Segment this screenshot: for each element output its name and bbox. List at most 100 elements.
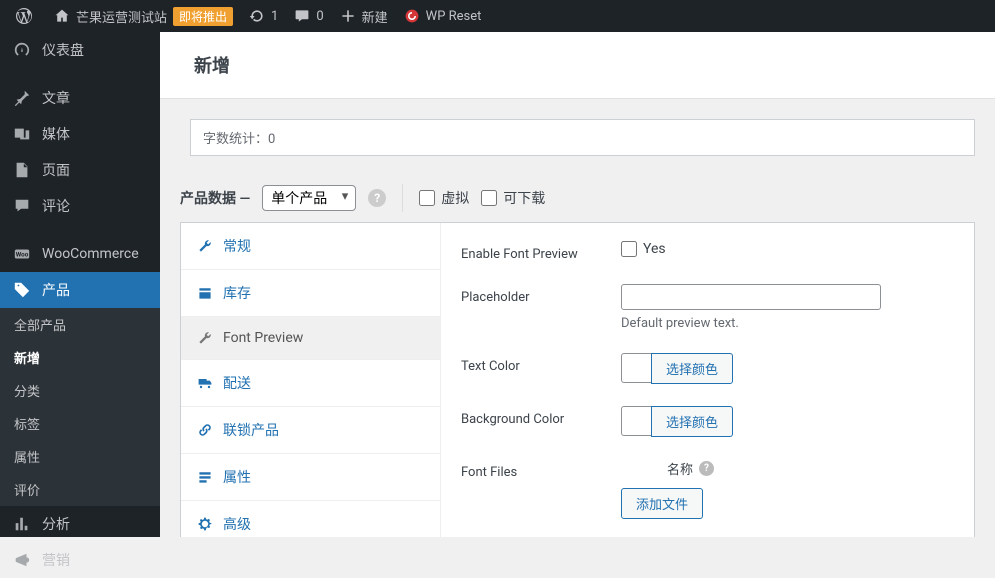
menu-comments-label: 评论 bbox=[42, 196, 70, 216]
font-preview-panel: Enable Font Preview Yes Placeholder Defa… bbox=[441, 223, 974, 537]
menu-pages[interactable]: 页面 bbox=[0, 152, 160, 188]
bg-color-swatch[interactable] bbox=[621, 406, 651, 436]
wp-reset-link[interactable]: WP Reset bbox=[396, 0, 490, 32]
menu-woocommerce[interactable]: WooWooCommerce bbox=[0, 236, 160, 272]
tab-advanced-label: 高级 bbox=[223, 514, 251, 534]
wp-logo[interactable] bbox=[8, 0, 46, 32]
coming-soon-badge: 即将推出 bbox=[173, 7, 233, 26]
tab-advanced[interactable]: 高级 bbox=[181, 501, 440, 537]
svg-text:Woo: Woo bbox=[16, 251, 29, 259]
reset-icon bbox=[404, 8, 420, 24]
wordcount-label: 字数统计： bbox=[203, 132, 268, 147]
content-area: 新增 字数统计：0 产品数据 — 单个产品 ? 虚拟 可下载 常规 库存 Fon… bbox=[160, 32, 995, 537]
enable-font-preview-checkbox[interactable] bbox=[621, 241, 637, 257]
downloadable-checkbox[interactable] bbox=[481, 190, 497, 206]
font-files-name-col: 名称 bbox=[667, 459, 693, 478]
woocommerce-icon: Woo bbox=[12, 244, 32, 264]
menu-marketing[interactable]: 营销 bbox=[0, 542, 160, 578]
downloadable-label: 可下载 bbox=[503, 188, 545, 208]
wrench-icon bbox=[197, 238, 213, 254]
menu-dashboard[interactable]: 仪表盘 bbox=[0, 32, 160, 68]
comments-link[interactable]: 0 bbox=[286, 0, 331, 32]
comment-icon bbox=[294, 8, 310, 24]
site-name: 芒果运营测试站 bbox=[76, 7, 167, 26]
admin-sidebar: 仪表盘 文章 媒体 页面 评论 WooWooCommerce 产品 全部产品 新… bbox=[0, 32, 160, 537]
updates-link[interactable]: 1 bbox=[241, 0, 286, 32]
enable-font-preview-yes: Yes bbox=[643, 241, 666, 257]
tab-linked[interactable]: 联锁产品 bbox=[181, 407, 440, 454]
downloadable-checkbox-wrap[interactable]: 可下载 bbox=[481, 188, 545, 208]
help-icon[interactable]: ? bbox=[699, 461, 714, 476]
wordcount-value: 0 bbox=[268, 132, 275, 147]
tab-attributes[interactable]: 属性 bbox=[181, 454, 440, 501]
new-content-link[interactable]: 新建 bbox=[332, 0, 396, 32]
menu-analytics-label: 分析 bbox=[42, 514, 70, 534]
submenu-attributes[interactable]: 属性 bbox=[0, 440, 160, 473]
menu-products[interactable]: 产品 bbox=[0, 272, 160, 308]
menu-products-label: 产品 bbox=[42, 280, 70, 300]
submenu-reviews[interactable]: 评价 bbox=[0, 473, 160, 506]
placeholder-label: Placeholder bbox=[461, 284, 621, 305]
placeholder-input[interactable] bbox=[621, 284, 881, 310]
bg-color-label: Background Color bbox=[461, 406, 621, 427]
submenu-categories[interactable]: 分类 bbox=[0, 374, 160, 407]
product-data-header: 产品数据 — 单个产品 ? 虚拟 可下载 bbox=[180, 184, 975, 222]
home-icon bbox=[54, 8, 70, 24]
plus-icon bbox=[340, 8, 356, 24]
wrench-icon bbox=[197, 330, 213, 346]
product-data-dash: — bbox=[236, 191, 250, 207]
add-file-button[interactable]: 添加文件 bbox=[621, 488, 703, 519]
font-files-label: Font Files bbox=[461, 459, 621, 480]
inventory-icon bbox=[197, 285, 213, 301]
gear-icon bbox=[197, 516, 213, 532]
tab-shipping[interactable]: 配送 bbox=[181, 360, 440, 407]
menu-media[interactable]: 媒体 bbox=[0, 116, 160, 152]
wordpress-icon bbox=[16, 8, 32, 24]
media-icon bbox=[12, 124, 32, 144]
wordcount-box: 字数统计：0 bbox=[190, 119, 975, 156]
menu-comments[interactable]: 评论 bbox=[0, 188, 160, 224]
enable-font-preview-label: Enable Font Preview bbox=[461, 241, 621, 262]
virtual-checkbox[interactable] bbox=[419, 190, 435, 206]
tab-shipping-label: 配送 bbox=[223, 373, 251, 393]
pin-icon bbox=[12, 88, 32, 108]
text-color-button[interactable]: 选择颜色 bbox=[651, 353, 733, 384]
product-data-tabs: 常规 库存 Font Preview 配送 联锁产品 属性 高级 bbox=[181, 223, 441, 537]
update-icon bbox=[249, 8, 265, 24]
attributes-icon bbox=[197, 469, 213, 485]
site-name-link[interactable]: 芒果运营测试站即将推出 bbox=[46, 0, 241, 32]
help-icon[interactable]: ? bbox=[368, 189, 386, 207]
admin-toolbar: 芒果运营测试站即将推出 1 0 新建 WP Reset bbox=[0, 0, 995, 32]
product-type-select[interactable]: 单个产品 bbox=[262, 185, 356, 211]
menu-media-label: 媒体 bbox=[42, 124, 70, 144]
page-title: 新增 bbox=[194, 52, 961, 78]
text-color-label: Text Color bbox=[461, 353, 621, 374]
bg-color-button[interactable]: 选择颜色 bbox=[651, 406, 733, 437]
tab-font-preview[interactable]: Font Preview bbox=[181, 317, 440, 360]
marketing-icon bbox=[12, 550, 32, 570]
link-icon bbox=[197, 422, 213, 438]
updates-count: 1 bbox=[271, 9, 278, 24]
tab-font-preview-label: Font Preview bbox=[223, 330, 303, 346]
enable-font-preview-wrap[interactable]: Yes bbox=[621, 241, 954, 257]
product-data-title: 产品数据 bbox=[180, 191, 236, 207]
submenu-all-products[interactable]: 全部产品 bbox=[0, 308, 160, 341]
menu-posts[interactable]: 文章 bbox=[0, 80, 160, 116]
divider bbox=[402, 184, 403, 212]
menu-posts-label: 文章 bbox=[42, 88, 70, 108]
tab-inventory-label: 库存 bbox=[223, 283, 251, 303]
tab-linked-label: 联锁产品 bbox=[223, 420, 279, 440]
submenu-tags[interactable]: 标签 bbox=[0, 407, 160, 440]
menu-pages-label: 页面 bbox=[42, 160, 70, 180]
virtual-checkbox-wrap[interactable]: 虚拟 bbox=[419, 188, 469, 208]
placeholder-desc: Default preview text. bbox=[621, 316, 954, 331]
analytics-icon bbox=[12, 514, 32, 534]
submenu-add-new[interactable]: 新增 bbox=[0, 341, 160, 374]
tab-attributes-label: 属性 bbox=[223, 467, 251, 487]
wp-reset-label: WP Reset bbox=[426, 9, 482, 24]
tab-general[interactable]: 常规 bbox=[181, 223, 440, 270]
products-icon bbox=[12, 280, 32, 300]
text-color-swatch[interactable] bbox=[621, 353, 651, 383]
tab-inventory[interactable]: 库存 bbox=[181, 270, 440, 317]
products-submenu: 全部产品 新增 分类 标签 属性 评价 bbox=[0, 308, 160, 506]
